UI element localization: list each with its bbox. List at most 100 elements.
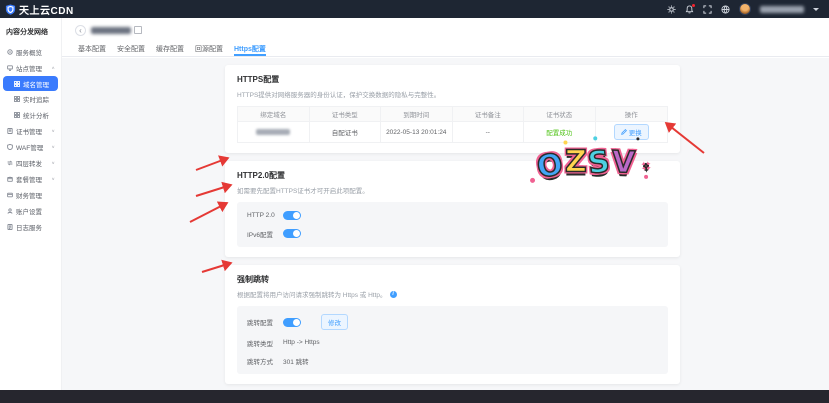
site-icon xyxy=(7,65,13,71)
cert-table-header: 绑定域名 证书类型 到期时间 证书备注 证书状态 操作 xyxy=(238,107,667,122)
sidebar-item-label: 套餐管理 xyxy=(16,174,42,184)
tab-origin-config[interactable]: 回源配置 xyxy=(195,44,223,56)
section-title: HTTPS配置 xyxy=(237,74,668,85)
sidebar-item-domain-management[interactable]: 域名管理 xyxy=(3,76,58,91)
redirect-toggle-label: 跳转配置 xyxy=(247,317,277,327)
force-redirect-card: 强制跳转 根据配置将用户访问请求强制跳转为 Https 或 Http。 i 跳转… xyxy=(225,265,680,384)
sidebar-item-account-settings[interactable]: 账户设置 xyxy=(0,203,61,219)
sidebar-item-label: 站点管理 xyxy=(16,63,42,73)
redirect-toggle[interactable] xyxy=(283,318,301,327)
http2-toggle[interactable] xyxy=(283,211,301,220)
sidebar-item-cert-management[interactable]: 证书管理 ∨ xyxy=(0,123,61,139)
http2-config-card: HTTP2.0配置 如需要先配置HTTPS证书才可开启此项配置。 HTTP 2.… xyxy=(225,161,680,257)
section-title: 强制跳转 xyxy=(237,274,668,285)
username-redacted[interactable] xyxy=(760,6,804,13)
content-area: HTTPS配置 HTTPS提供对网络服务器的身份认证，保护交换数据的隐私与完整性… xyxy=(62,58,829,390)
redirect-type-row: 跳转类型 Http -> Https xyxy=(247,337,658,348)
section-desc: HTTPS提供对网络服务器的身份认证，保护交换数据的隐私与完整性。 xyxy=(237,89,668,99)
brand: 天上云CDN xyxy=(0,2,74,17)
fullscreen-icon[interactable] xyxy=(703,5,712,14)
replace-cert-label: 更换 xyxy=(629,127,642,137)
col-action: 操作 xyxy=(596,107,668,121)
http2-toggle-label: HTTP 2.0 xyxy=(247,212,277,219)
redirect-mode-row: 跳转方式 301 跳转 xyxy=(247,355,658,366)
package-icon xyxy=(7,176,13,182)
modify-redirect-button[interactable]: 修改 xyxy=(321,314,348,330)
chevron-up-icon: ∧ xyxy=(51,66,55,71)
cert-icon xyxy=(7,128,13,134)
tab-https-config[interactable]: Https配置 xyxy=(234,44,266,56)
back-button[interactable]: ‹ xyxy=(75,25,86,36)
tab-security-config[interactable]: 安全配置 xyxy=(117,44,145,56)
ipv6-toggle-row: IPv6配置 xyxy=(247,228,658,239)
sidebar-item-l4-forward[interactable]: 四层转发 ∨ xyxy=(0,155,61,171)
section-desc: 如需要先配置HTTPS证书才可开启此项配置。 xyxy=(237,185,668,195)
section-desc: 根据配置将用户访问请求强制跳转为 Https 或 Http。 i xyxy=(237,289,668,299)
finance-icon xyxy=(7,192,13,198)
chevron-down-icon: ∨ xyxy=(51,145,55,150)
sidebar-item-service-overview[interactable]: 服务概览 xyxy=(0,44,61,60)
redirect-type-value: Http -> Https xyxy=(283,339,320,346)
sidebar-item-finance-management[interactable]: 财务管理 xyxy=(0,187,61,203)
sidebar-item-package-management[interactable]: 套餐管理 ∨ xyxy=(0,171,61,187)
topbar: 天上云CDN xyxy=(0,0,829,18)
chevron-down-icon: ∨ xyxy=(51,177,55,182)
sidebar: 内容分发网络 服务概览 站点管理 ∧ 域名管理 实时追踪 统计分析 证书管理 ∨ xyxy=(0,18,62,390)
info-icon[interactable]: i xyxy=(390,291,397,298)
tab-basic-config[interactable]: 基本配置 xyxy=(78,44,106,56)
app-root: 天上云CDN 内容分发网络 服务概览 xyxy=(0,0,829,403)
cert-table: 绑定域名 证书类型 到期时间 证书备注 证书状态 操作 自配证书 2022-05… xyxy=(237,106,668,143)
brand-shield-icon xyxy=(5,4,16,15)
sidebar-item-label: 服务概览 xyxy=(16,47,42,57)
cell-expire-time: 2022-05-13 20:01:24 xyxy=(381,122,453,142)
edit-pencil-icon xyxy=(621,129,627,135)
sidebar-item-label: 实时追踪 xyxy=(23,94,49,104)
section-title: HTTP2.0配置 xyxy=(237,170,668,181)
ipv6-toggle[interactable] xyxy=(283,229,301,238)
sidebar-item-realtime-trace[interactable]: 实时追踪 xyxy=(0,91,61,107)
tab-cache-config[interactable]: 缓存配置 xyxy=(156,44,184,56)
chevron-down-icon[interactable] xyxy=(813,8,819,11)
grid-icon xyxy=(14,81,20,87)
grid-icon xyxy=(14,96,20,102)
redirect-toggle-row: 跳转配置 修改 xyxy=(247,314,658,330)
sidebar-item-statistics[interactable]: 统计分析 xyxy=(0,107,61,123)
redirect-desc-text: 根据配置将用户访问请求强制跳转为 Https 或 Http。 xyxy=(237,289,387,299)
sidebar-item-label: 统计分析 xyxy=(23,110,49,120)
chevron-down-icon: ∨ xyxy=(51,161,55,166)
forward-icon xyxy=(7,160,13,166)
cell-domain xyxy=(238,122,310,142)
replace-cert-button[interactable]: 更换 xyxy=(614,124,649,140)
sidebar-item-label: 账户设置 xyxy=(16,206,42,216)
domain-redacted xyxy=(256,129,290,135)
topbar-actions xyxy=(667,3,829,15)
sidebar-item-label: 财务管理 xyxy=(16,190,42,200)
grid-icon xyxy=(14,112,20,118)
main-content: ‹ 基本配置 安全配置 缓存配置 回源配置 Https配置 HTTPS配置 HT… xyxy=(62,18,829,390)
col-remark: 证书备注 xyxy=(453,107,525,121)
notification-bell-icon[interactable] xyxy=(685,5,694,14)
account-icon xyxy=(7,208,13,214)
redirect-type-label: 跳转类型 xyxy=(247,338,277,348)
sidebar-item-site-management[interactable]: 站点管理 ∧ xyxy=(0,60,61,76)
cell-remark: -- xyxy=(453,122,525,142)
sidebar-item-log-service[interactable]: 日志服务 xyxy=(0,219,61,235)
sidebar-title: 内容分发网络 xyxy=(0,18,61,44)
tab-bar: 基本配置 安全配置 缓存配置 回源配置 Https配置 xyxy=(62,44,829,57)
shield-icon xyxy=(7,144,13,150)
sidebar-item-waf-management[interactable]: WAF管理 ∨ xyxy=(0,139,61,155)
col-expire-time: 到期时间 xyxy=(381,107,453,121)
copy-icon[interactable] xyxy=(136,28,142,34)
notification-badge xyxy=(692,4,695,7)
sidebar-item-label: WAF管理 xyxy=(16,142,43,152)
overview-icon xyxy=(7,49,13,55)
gear-icon[interactable] xyxy=(667,5,676,14)
cell-cert-type: 自配证书 xyxy=(310,122,382,142)
sidebar-item-label: 证书管理 xyxy=(16,126,42,136)
https-config-card: HTTPS配置 HTTPS提供对网络服务器的身份认证，保护交换数据的隐私与完整性… xyxy=(225,65,680,153)
sidebar-item-label: 四层转发 xyxy=(16,158,42,168)
breadcrumb: ‹ xyxy=(75,25,142,36)
footer-bar xyxy=(0,390,829,403)
avatar[interactable] xyxy=(739,3,751,15)
language-icon[interactable] xyxy=(721,5,730,14)
